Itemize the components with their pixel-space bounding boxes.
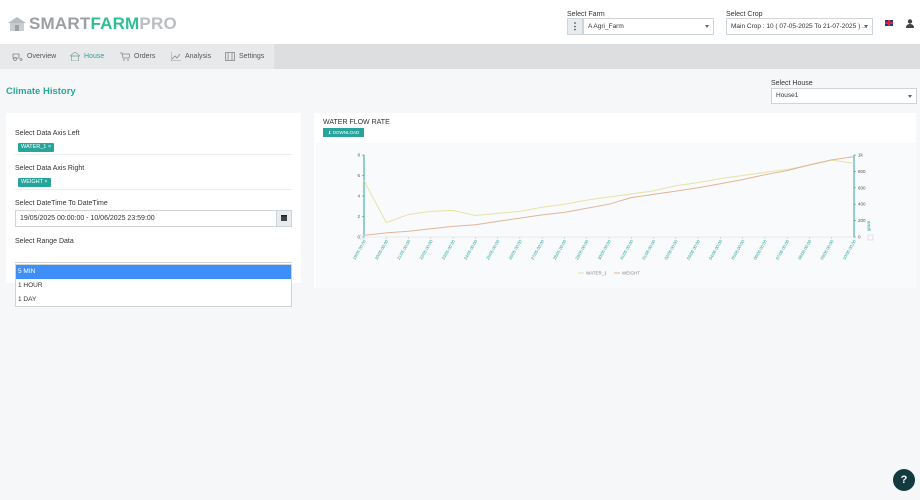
chart-title: WATER FLOW RATE (323, 119, 390, 126)
house-select[interactable]: House1 (771, 88, 917, 104)
nav-orders[interactable]: Orders (120, 44, 155, 69)
x-tick-label: 24/05 00:00 (463, 238, 479, 260)
nav-overview-label: Overview (27, 53, 57, 60)
left-tick-label: 6 (357, 173, 360, 178)
x-tick-label: 23/05 00:00 (441, 238, 457, 260)
house-icon (70, 52, 80, 61)
brand-logo[interactable]: SMARTFARMPRO (7, 14, 177, 34)
download-label: DOWNLOAD (332, 130, 360, 135)
farm-house-icon (8, 17, 26, 31)
x-tick-label: 27/05 00:00 (530, 238, 546, 260)
farm-select-value: A Agri_Farm (588, 23, 624, 30)
right-tick-label: 600 (858, 185, 866, 190)
nav-settings[interactable]: Settings (225, 44, 264, 69)
left-tick-label: 4 (357, 194, 360, 199)
nav-orders-label: Orders (134, 53, 156, 60)
x-tick-label: 10/06 00:00 (841, 238, 857, 260)
chart-area: 0 2 4 6 8 0 200 400 600 800 1k gram 19/05 00:00 20/05… (316, 143, 916, 288)
farm-info-button[interactable]: ⋮ (567, 18, 583, 35)
left-tick-label: 8 (357, 153, 360, 158)
page-title: Climate History (6, 86, 76, 97)
right-axis-label: Select Data Axis Right (15, 165, 85, 172)
x-tick-label: 30/05 00:00 (596, 238, 612, 260)
datetime-range-input[interactable]: 19/05/2025 00:00:00 - 10/06/2025 23:59:0… (15, 210, 277, 227)
x-tick-label: 08/06 00:00 (797, 238, 813, 260)
x-tick-label: 20/05 00:00 (374, 238, 390, 260)
x-tick-label: 21/05 00:00 (396, 238, 412, 260)
nav-analysis-label: Analysis (185, 53, 212, 60)
x-tick-label: 05/06 00:00 (730, 238, 746, 260)
chart-icon (171, 52, 181, 61)
x-tick-label: 26/05 00:00 (507, 238, 523, 260)
x-tick-label: 03/06 00:00 (686, 238, 702, 260)
download-button[interactable]: ⬇ DOWNLOAD (323, 128, 364, 137)
x-tick-label: 25/05 00:00 (485, 238, 501, 260)
farm-select[interactable]: A Agri_Farm (583, 18, 714, 35)
brand-name: SMARTFARMPRO (29, 14, 177, 33)
x-tick-label: 19/05 00:00 (351, 238, 367, 260)
x-tick-label: 07/06 00:00 (775, 238, 791, 260)
series-line-weight (363, 156, 855, 236)
chevron-down-icon (705, 25, 709, 28)
nav-settings-label: Settings (239, 53, 265, 60)
right-tick-label: 200 (858, 218, 866, 223)
x-tick-label: 29/05 00:00 (574, 238, 590, 260)
nav-analysis[interactable]: Analysis (171, 44, 211, 69)
datetime-label: Select DateTime To DateTime (15, 200, 108, 207)
calendar-button[interactable] (276, 210, 292, 227)
right-tick-label: 0 (858, 235, 861, 240)
water-flow-chart: 0246802004006008001kgram19/05 00:00 20/05… (351, 153, 874, 276)
x-tick-label: 02/06 00:00 (663, 238, 679, 260)
legend-label: WEIGHT (622, 271, 640, 276)
language-flag-icon[interactable] (885, 20, 893, 26)
crop-select-value: Main Crop : 10 ( 07-05-2025 To 21-07-202… (731, 23, 868, 30)
house-select-label: Select House (771, 80, 813, 87)
left-tick-label: 2 (357, 214, 360, 219)
left-axis-label: Select Data Axis Left (15, 130, 80, 137)
right-tick-label: 800 (858, 169, 866, 174)
range-option-1day[interactable]: 1 DAY (16, 293, 291, 307)
x-tick-label: 06/06 00:00 (752, 238, 768, 260)
right-axis-label: gram (866, 220, 871, 231)
x-tick-label: 01/06 00:00 (641, 238, 657, 260)
x-tick-label: 04/06 00:00 (708, 238, 724, 260)
nav-filler (274, 44, 920, 69)
left-axis-tag[interactable]: WATER_1 × (18, 143, 55, 152)
x-tick-label: 28/05 00:00 (552, 238, 568, 260)
crop-select[interactable]: Main Crop : 10 ( 07-05-2025 To 21-07-202… (726, 18, 873, 35)
x-tick-label: 31/05 00:00 (619, 238, 635, 260)
cart-icon (120, 52, 130, 61)
range-dropdown: 5 MIN 1 HOUR 1 DAY (15, 264, 292, 307)
help-button[interactable]: ? (893, 469, 915, 491)
series-line-water-1 (363, 159, 855, 224)
right-axis-tag[interactable]: WEIGHT × (18, 178, 51, 187)
range-option-5min[interactable]: 5 MIN (16, 265, 291, 279)
right-zoom-handle (867, 234, 874, 241)
x-tick-label: 22/05 00:00 (418, 238, 434, 260)
right-axis-multiselect[interactable]: WEIGHT × (15, 176, 292, 190)
farm-select-label: Select Farm (567, 11, 605, 18)
nav-house-label: House (84, 53, 105, 60)
settings-icon (225, 52, 235, 61)
crop-select-label: Select Crop (726, 11, 763, 18)
chevron-down-icon (864, 25, 868, 28)
right-tick-label: 400 (858, 202, 866, 207)
tractor-icon (12, 53, 23, 61)
house-select-value: House1 (776, 92, 799, 99)
calendar-icon (281, 215, 287, 221)
range-select[interactable] (15, 249, 292, 263)
chevron-down-icon (908, 95, 912, 98)
nav-house[interactable]: House (70, 44, 104, 69)
user-icon[interactable] (906, 19, 914, 28)
legend-label: WATER_1 (586, 271, 607, 276)
range-option-1hour[interactable]: 1 HOUR (16, 279, 291, 293)
x-tick-label: 09/06 00:00 (819, 238, 835, 260)
range-label: Select Range Data (15, 238, 74, 245)
left-axis-multiselect[interactable]: WATER_1 × (15, 141, 292, 155)
right-tick-label: 1k (858, 153, 864, 158)
nav-overview[interactable]: Overview (12, 44, 56, 69)
